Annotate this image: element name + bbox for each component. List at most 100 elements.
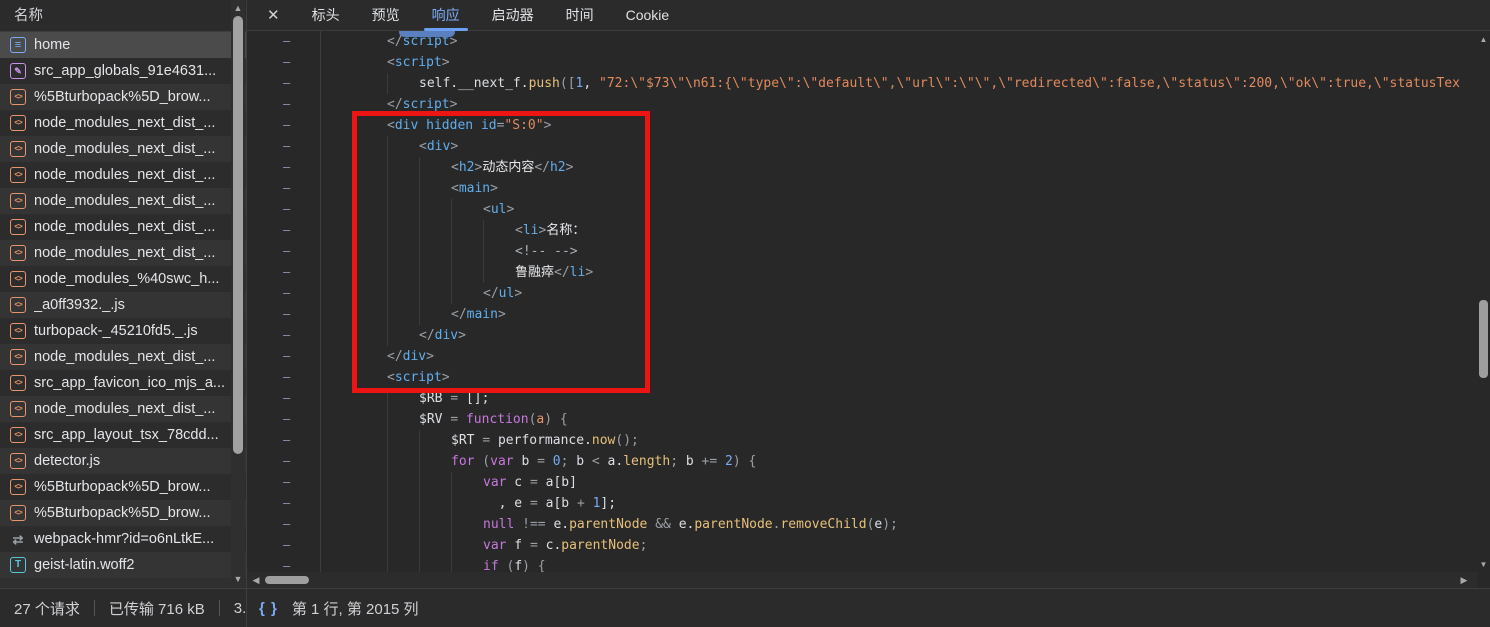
token-tag: li: [522, 223, 539, 238]
line-gutter: –: [247, 94, 321, 115]
request-label: node_modules_next_dist_...: [34, 401, 216, 417]
tab-response[interactable]: 响应: [423, 0, 468, 31]
scroll-up-icon[interactable]: ▲: [231, 1, 245, 15]
token-plain: b: [685, 454, 702, 469]
request-src-app-layout[interactable]: <> src_app_layout_tsx_78cdd...: [0, 422, 246, 448]
indent-guide: [355, 220, 387, 241]
tab-headers[interactable]: 标头: [310, 0, 342, 31]
script-icon: <>: [10, 349, 26, 365]
horizontal-scrollbar-thumb[interactable]: [265, 576, 309, 584]
request-node-modules-2[interactable]: <> node_modules_next_dist_...: [0, 136, 246, 162]
request-node-modules-swc[interactable]: <> node_modules_%40swc_h...: [0, 266, 246, 292]
indent-guide: [451, 535, 483, 556]
indent-guide: [419, 514, 451, 535]
request-turbopack-brow-2[interactable]: <> %5Bturbopack%5D_brow...: [0, 474, 246, 500]
scroll-down-icon[interactable]: ▼: [231, 572, 245, 586]
token-punct: <: [387, 118, 395, 133]
tab-preview[interactable]: 预览: [370, 0, 402, 31]
tab-timing[interactable]: 时间: [564, 0, 596, 31]
request-list-header-name: 名称: [0, 0, 246, 32]
request-src-app-globals[interactable]: ✎ src_app_globals_91e4631...: [0, 58, 246, 84]
token-prop: parentNode: [569, 517, 648, 532]
script-icon: <>: [10, 115, 26, 131]
request-node-modules-7[interactable]: <> node_modules_next_dist_...: [0, 344, 246, 370]
indent-guide: [387, 283, 419, 304]
scroll-right-icon[interactable]: ▶: [1457, 573, 1471, 587]
request-turbopack-45210fd5[interactable]: <> turbopack-_45210fd5._.js: [0, 318, 246, 344]
request-node-modules-6[interactable]: <> node_modules_next_dist_...: [0, 240, 246, 266]
token-prop: removeChild: [780, 517, 867, 532]
indent-guide: [387, 409, 419, 430]
code-line: – if (f) {: [247, 556, 1477, 572]
indent-guide: [387, 556, 419, 572]
script-icon: <>: [10, 323, 26, 339]
scroll-down-icon[interactable]: ▼: [1477, 558, 1490, 571]
token-punct: =: [450, 391, 459, 406]
script-icon: <>: [10, 167, 26, 183]
request-node-modules-1[interactable]: <> node_modules_next_dist_...: [0, 110, 246, 136]
fold-gutter: [321, 157, 355, 178]
fold-gutter: [321, 346, 355, 367]
token-str: "S:0": [504, 118, 544, 133]
token-tag: main: [466, 307, 498, 322]
script-icon: <>: [10, 505, 26, 521]
token-punct: =: [529, 475, 538, 490]
format-braces-icon[interactable]: { }: [259, 600, 278, 617]
indent-guide: [419, 304, 451, 325]
indent-guide: [451, 283, 483, 304]
vertical-scrollbar-thumb[interactable]: [1479, 300, 1488, 378]
line-gutter: –: [247, 325, 321, 346]
sidebar-scrollbar-thumb[interactable]: [233, 16, 243, 454]
indent-guide: [387, 199, 419, 220]
tab-cookie[interactable]: Cookie: [624, 0, 672, 31]
line-gutter: –: [247, 535, 321, 556]
token-tag: script: [394, 370, 442, 385]
token-punct: >: [441, 370, 450, 385]
token-punct: </: [554, 265, 570, 280]
tab-initiator[interactable]: 启动器: [490, 0, 536, 31]
status-item: 27 个请求: [14, 600, 80, 618]
token-punct: >: [474, 160, 483, 175]
request-webpack-hmr[interactable]: ⇄ webpack-hmr?id=o6nLtkE...: [0, 526, 246, 552]
vertical-scrollbar[interactable]: ▲ ▼: [1477, 31, 1490, 572]
sidebar-scrollbar[interactable]: ▲ ▼: [231, 0, 245, 588]
request-label: src_app_favicon_ico_mjs_a...: [34, 375, 226, 391]
request-home[interactable]: ≡ home: [0, 32, 246, 58]
status-item: 已传输 716 kB: [108, 600, 205, 618]
indent-guide: [355, 304, 387, 325]
indent-guide: [419, 472, 451, 493]
font-icon: T: [10, 557, 26, 573]
indent-guide: [451, 262, 483, 283]
code-line: – </div >: [247, 346, 1477, 367]
fold-gutter: [321, 325, 355, 346]
code-line: – < script >: [247, 367, 1477, 388]
line-gutter: –: [247, 304, 321, 325]
response-code-viewer[interactable]: – </script > – < script > – self.__next_f. push([…: [247, 31, 1477, 572]
request-detector-js[interactable]: <> detector.js: [0, 448, 246, 474]
token-punct: );: [882, 517, 898, 532]
request-a0ff3932-js[interactable]: <> _a0ff3932._.js: [0, 292, 246, 318]
close-icon[interactable]: ✕: [267, 6, 280, 24]
request-node-modules-4[interactable]: <> node_modules_next_dist_...: [0, 188, 246, 214]
request-node-modules-8[interactable]: <> node_modules_next_dist_...: [0, 396, 246, 422]
request-turbopack-browser[interactable]: <> %5Bturbopack%5D_brow...: [0, 84, 246, 110]
request-node-modules-5[interactable]: <> node_modules_next_dist_...: [0, 214, 246, 240]
request-node-modules-3[interactable]: <> node_modules_next_dist_...: [0, 162, 246, 188]
token-punct: >: [490, 181, 498, 196]
indent-guide: [451, 556, 483, 572]
code-lines: – </script > – < script > – self.__next_f. push([…: [247, 31, 1477, 572]
indent-guide: [355, 493, 387, 514]
scroll-up-icon[interactable]: ▲: [1477, 33, 1490, 46]
scroll-left-icon[interactable]: ◀: [249, 573, 263, 587]
indent-guide: [355, 31, 387, 52]
request-list: ≡ home ✎ src_app_globals_91e4631... <> %5Btur…: [0, 32, 246, 578]
token-plain: e.: [670, 517, 695, 532]
request-geist-latin-woff2[interactable]: Tgeist-latin.woff2: [0, 552, 246, 578]
token-plain: c.: [537, 538, 562, 553]
horizontal-scrollbar[interactable]: ◀ ▶: [247, 572, 1477, 588]
request-turbopack-brow-3[interactable]: <> %5Bturbopack%5D_brow...: [0, 500, 246, 526]
indent-guide: [419, 199, 451, 220]
request-src-app-favicon[interactable]: <> src_app_favicon_ico_mjs_a...: [0, 370, 246, 396]
line-gutter: –: [247, 31, 321, 52]
